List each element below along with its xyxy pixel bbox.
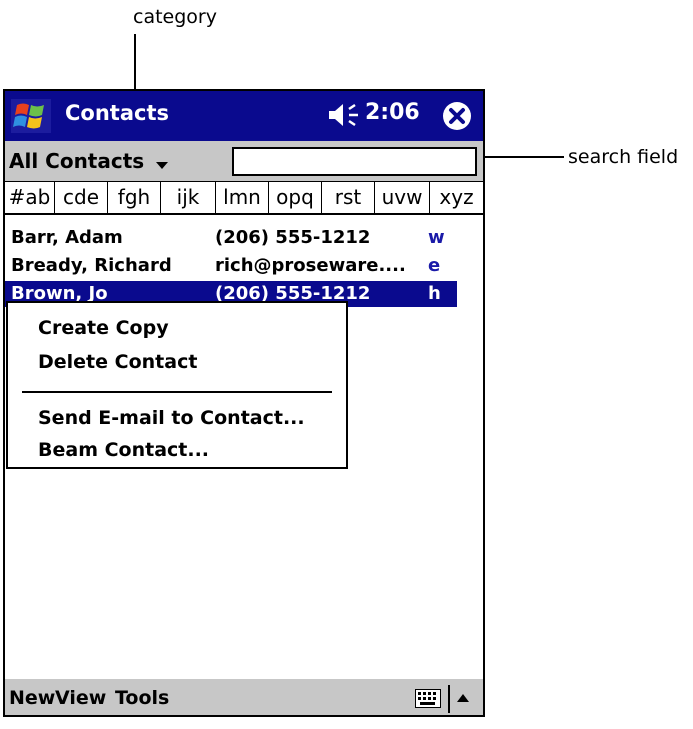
category-callout: category: [133, 6, 217, 28]
menu-tools[interactable]: Tools: [115, 687, 169, 709]
menu-item-send-email[interactable]: Send E-mail to Contact...: [38, 407, 305, 429]
menu-item-beam-contact[interactable]: Beam Contact...: [38, 439, 209, 461]
index-tabs: #ab cde fgh ijk lmn opq rst uvw xyz: [5, 181, 483, 215]
contact-info: (206) 555-1212: [215, 227, 371, 248]
close-icon[interactable]: [442, 101, 472, 131]
tab-fgh[interactable]: fgh: [108, 182, 161, 213]
contact-type: w: [428, 227, 445, 248]
menu-view[interactable]: View: [55, 687, 106, 709]
tab-lmn[interactable]: lmn: [216, 182, 269, 213]
pocketpc-screen: Contacts 2:06 All Contacts #ab cde fgh i…: [3, 89, 485, 717]
menu-item-create-copy[interactable]: Create Copy: [38, 317, 169, 339]
chevron-down-icon[interactable]: [156, 162, 168, 169]
context-menu: Create Copy Delete Contact Send E-mail t…: [6, 301, 348, 469]
contact-info: rich@proseware....: [215, 255, 406, 276]
category-dropdown[interactable]: All Contacts: [9, 149, 144, 173]
menu-item-delete-contact[interactable]: Delete Contact: [38, 351, 197, 373]
app-title: Contacts: [65, 101, 169, 125]
tab-ab[interactable]: #ab: [5, 182, 55, 213]
contact-name: Barr, Adam: [11, 227, 123, 248]
title-bar: Contacts 2:06: [5, 91, 483, 141]
input-divider: [448, 685, 450, 713]
clock-time[interactable]: 2:06: [365, 100, 420, 125]
command-bar: New View Tools: [5, 679, 483, 715]
chevron-up-icon[interactable]: [457, 694, 469, 702]
search-field-callout: search field: [568, 146, 679, 168]
contact-type: h: [428, 283, 441, 304]
tab-opq[interactable]: opq: [269, 182, 322, 213]
windows-start-icon[interactable]: [11, 99, 51, 133]
search-input[interactable]: [232, 147, 477, 176]
tab-cde[interactable]: cde: [55, 182, 108, 213]
tab-rst[interactable]: rst: [322, 182, 375, 213]
tab-ijk[interactable]: ijk: [161, 182, 216, 213]
menu-divider: [22, 391, 332, 393]
menu-new[interactable]: New: [9, 687, 55, 709]
tab-xyz[interactable]: xyz: [430, 182, 483, 213]
contact-type: e: [428, 255, 441, 276]
keyboard-icon[interactable]: [415, 689, 441, 708]
tab-uvw[interactable]: uvw: [375, 182, 430, 213]
contact-name: Bready, Richard: [11, 255, 172, 276]
contact-row[interactable]: Barr, Adam (206) 555-1212 w: [5, 225, 483, 251]
speaker-icon[interactable]: [327, 101, 361, 129]
contact-row[interactable]: Bready, Richard rich@proseware.... e: [5, 253, 483, 279]
screenshot-root: { "callouts": { "category": "category", …: [0, 0, 693, 729]
